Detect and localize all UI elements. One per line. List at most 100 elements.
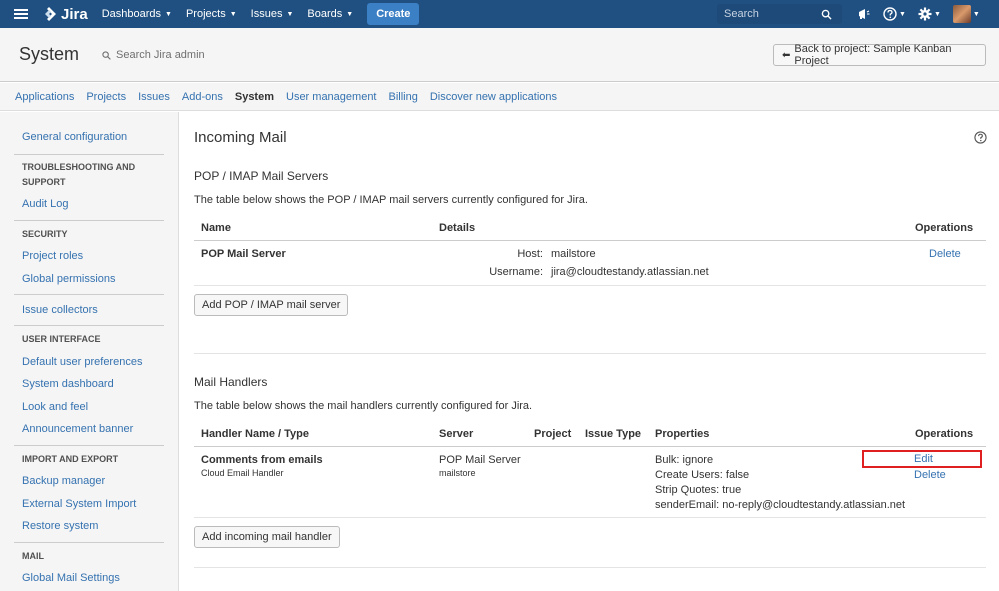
sidebar-divider — [14, 154, 164, 155]
handler-col-server: Server — [439, 428, 474, 440]
pop-server-name: POP Mail Server — [201, 248, 286, 260]
add-incoming-mail-handler-button[interactable]: Add incoming mail handler — [194, 526, 340, 548]
sidebar-item-default-user-preferences[interactable]: Default user preferences — [22, 356, 142, 368]
handler-col-properties: Properties — [655, 428, 710, 440]
sidebar-heading-security: SECURITY — [22, 229, 68, 239]
back-to-project-button[interactable]: ⬅ Back to project: Sample Kanban Project — [773, 43, 986, 67]
sidebar-item-external-system-import[interactable]: External System Import — [22, 498, 136, 510]
sidebar-heading-troubleshooting: TROUBLESHOOTING AND SUPPORT — [22, 162, 136, 187]
chevron-down-icon: ▼ — [972, 10, 980, 18]
chevron-down-icon: ▼ — [229, 10, 237, 18]
table-divider — [194, 517, 986, 518]
section-divider — [194, 353, 986, 354]
sidebar-item-system-dashboard[interactable]: System dashboard — [22, 378, 114, 390]
pop-imap-section-title: POP / IMAP Mail Servers — [194, 169, 329, 183]
tab-billing[interactable]: Billing — [389, 91, 418, 103]
handler-server-sub: mailstore — [439, 468, 476, 478]
top-navigation: Jira Dashboards ▼ Projects ▼ Issues ▼ Board… — [0, 0, 999, 28]
handler-col-name: Handler Name / Type — [201, 428, 309, 440]
sidebar-item-audit-log[interactable]: Audit Log — [22, 198, 68, 210]
jira-logo-icon — [45, 7, 56, 21]
handler-col-project: Project — [534, 428, 572, 440]
sidebar-heading-user-interface: USER INTERFACE — [22, 334, 101, 344]
sidebar-item-general-configuration[interactable]: General configuration — [22, 131, 127, 143]
sidebar-divider — [14, 294, 164, 295]
delete-handler-link[interactable]: Delete — [914, 469, 946, 481]
table-divider — [194, 446, 986, 447]
host-label: Host: — [517, 248, 543, 260]
pop-col-details: Details — [439, 222, 476, 234]
help-icon[interactable] — [974, 131, 987, 144]
admin-search[interactable]: Search Jira admin — [102, 49, 205, 61]
edit-handler-link[interactable]: Edit — [914, 453, 933, 465]
section-divider — [194, 567, 986, 568]
username-value: jira@cloudtestandy.atlassian.net — [551, 266, 709, 278]
property-bulk: Bulk: ignore — [655, 454, 714, 466]
admin-tabs: Applications Projects Issues Add-ons Sys… — [0, 83, 999, 111]
host-value: mailstore — [551, 248, 596, 260]
handler-type: Cloud Email Handler — [201, 468, 284, 478]
search-input[interactable] — [717, 8, 817, 20]
sidebar-divider — [14, 445, 164, 446]
nav-boards[interactable]: Boards ▼ — [307, 8, 353, 20]
table-divider — [194, 285, 986, 286]
admin-search-label: Search Jira admin — [116, 49, 205, 61]
table-divider — [194, 240, 986, 241]
sidebar-heading-mail: MAIL — [22, 551, 44, 561]
nav-dashboards-label: Dashboards — [101, 8, 162, 20]
tab-applications[interactable]: Applications — [15, 91, 74, 103]
delete-pop-server-link[interactable]: Delete — [929, 248, 961, 260]
nav-issues-label: Issues — [250, 8, 283, 20]
page-header: System Search Jira admin ⬅ Back to proje… — [0, 28, 999, 82]
help-icon — [883, 7, 897, 21]
sidebar-item-global-mail-settings[interactable]: Global Mail Settings — [22, 572, 120, 584]
mail-handlers-description: The table below shows the mail handlers … — [194, 400, 533, 412]
create-button[interactable]: Create — [367, 3, 420, 25]
chevron-down-icon: ▼ — [933, 10, 941, 18]
settings-menu-button[interactable]: ▼ — [918, 7, 941, 21]
tab-discover-applications[interactable]: Discover new applications — [430, 91, 557, 103]
nav-projects-label: Projects — [185, 8, 226, 20]
menu-icon[interactable] — [14, 9, 28, 19]
property-strip-quotes: Strip Quotes: true — [655, 484, 742, 496]
handler-name: Comments from emails — [201, 454, 323, 466]
main-content: Incoming Mail POP / IMAP Mail Servers Th… — [179, 112, 999, 591]
tab-issues[interactable]: Issues — [138, 91, 170, 103]
page-title: System — [19, 44, 80, 64]
sidebar: General configuration TROUBLESHOOTING AN… — [0, 112, 179, 591]
nav-projects[interactable]: Projects ▼ — [186, 8, 237, 20]
handler-col-operations: Operations — [915, 428, 974, 440]
chevron-down-icon: ▼ — [286, 10, 294, 18]
sidebar-item-global-permissions[interactable]: Global permissions — [22, 273, 116, 285]
sidebar-item-backup-manager[interactable]: Backup manager — [22, 475, 105, 487]
chevron-down-icon: ▼ — [165, 10, 172, 18]
page-heading: Incoming Mail — [194, 129, 287, 146]
tab-projects[interactable]: Projects — [86, 91, 126, 103]
sidebar-item-look-and-feel[interactable]: Look and feel — [22, 401, 88, 413]
handler-col-issue-type: Issue Type — [585, 428, 642, 440]
help-menu-button[interactable]: ▼ — [883, 7, 906, 21]
username-label: Username: — [489, 266, 543, 278]
nav-issues[interactable]: Issues ▼ — [251, 8, 294, 20]
sidebar-item-announcement-banner[interactable]: Announcement banner — [22, 423, 133, 435]
tab-add-ons[interactable]: Add-ons — [182, 91, 223, 103]
tab-user-management[interactable]: User management — [286, 91, 377, 103]
property-sender-email: senderEmail: no-reply@cloudtestandy.atla… — [655, 499, 906, 511]
notifications-button[interactable] — [857, 7, 871, 21]
sidebar-heading-import-export: IMPORT AND EXPORT — [22, 454, 119, 464]
sidebar-item-issue-collectors[interactable]: Issue collectors — [22, 304, 98, 316]
back-to-project-label: Back to project: Sample Kanban Project — [794, 43, 952, 67]
sidebar-item-project-roles[interactable]: Project roles — [22, 250, 83, 262]
sidebar-divider — [14, 542, 164, 543]
profile-menu-button[interactable]: ▼ — [952, 5, 980, 23]
pop-imap-description: The table below shows the POP / IMAP mai… — [194, 194, 588, 206]
chevron-down-icon: ▼ — [899, 10, 906, 18]
add-pop-imap-server-button[interactable]: Add POP / IMAP mail server — [194, 294, 349, 316]
nav-boards-label: Boards — [307, 8, 343, 20]
search-icon[interactable] — [821, 9, 832, 20]
nav-dashboards[interactable]: Dashboards ▼ — [102, 8, 172, 20]
jira-logo[interactable]: Jira — [41, 6, 88, 23]
search-icon — [102, 50, 111, 60]
tab-system[interactable]: System — [235, 91, 274, 103]
sidebar-item-restore-system[interactable]: Restore system — [22, 520, 98, 532]
